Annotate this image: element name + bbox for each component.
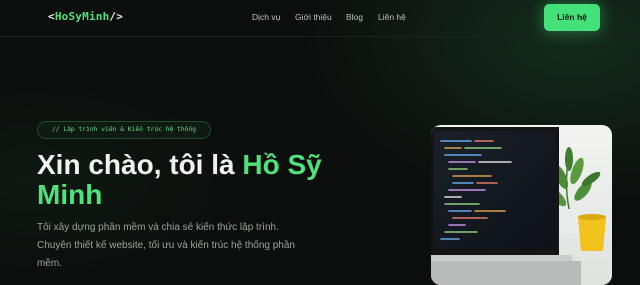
logo-bracket-close: /> [109, 10, 124, 23]
site-logo[interactable]: <HoSyMinh/> [48, 10, 123, 23]
laptop-with-code-photo [431, 125, 612, 285]
logo-bracket-open: < [48, 10, 55, 23]
hero-title-plain: Xin chào, tôi là [37, 149, 243, 180]
nav-item-about[interactable]: Giới thiệu [295, 12, 332, 22]
hero-title: Xin chào, tôi là Hồ Sỹ Minh [37, 150, 377, 210]
site-header: <HoSyMinh/> Dịch vụ Giới thiệu Blog Liên… [0, 0, 640, 37]
contact-button[interactable]: Liên hệ [544, 4, 600, 31]
hero-description: Tôi xây dựng phần mềm và chia sẻ kiến th… [37, 222, 295, 269]
nav-item-services[interactable]: Dịch vụ [252, 12, 280, 22]
role-tag: // Lập trình viên & Kiến trúc hệ thống [37, 121, 211, 139]
nav-item-blog[interactable]: Blog [346, 12, 363, 22]
nav-item-contact[interactable]: Liên hệ [378, 12, 406, 22]
logo-name: HoSyMinh [54, 10, 110, 23]
